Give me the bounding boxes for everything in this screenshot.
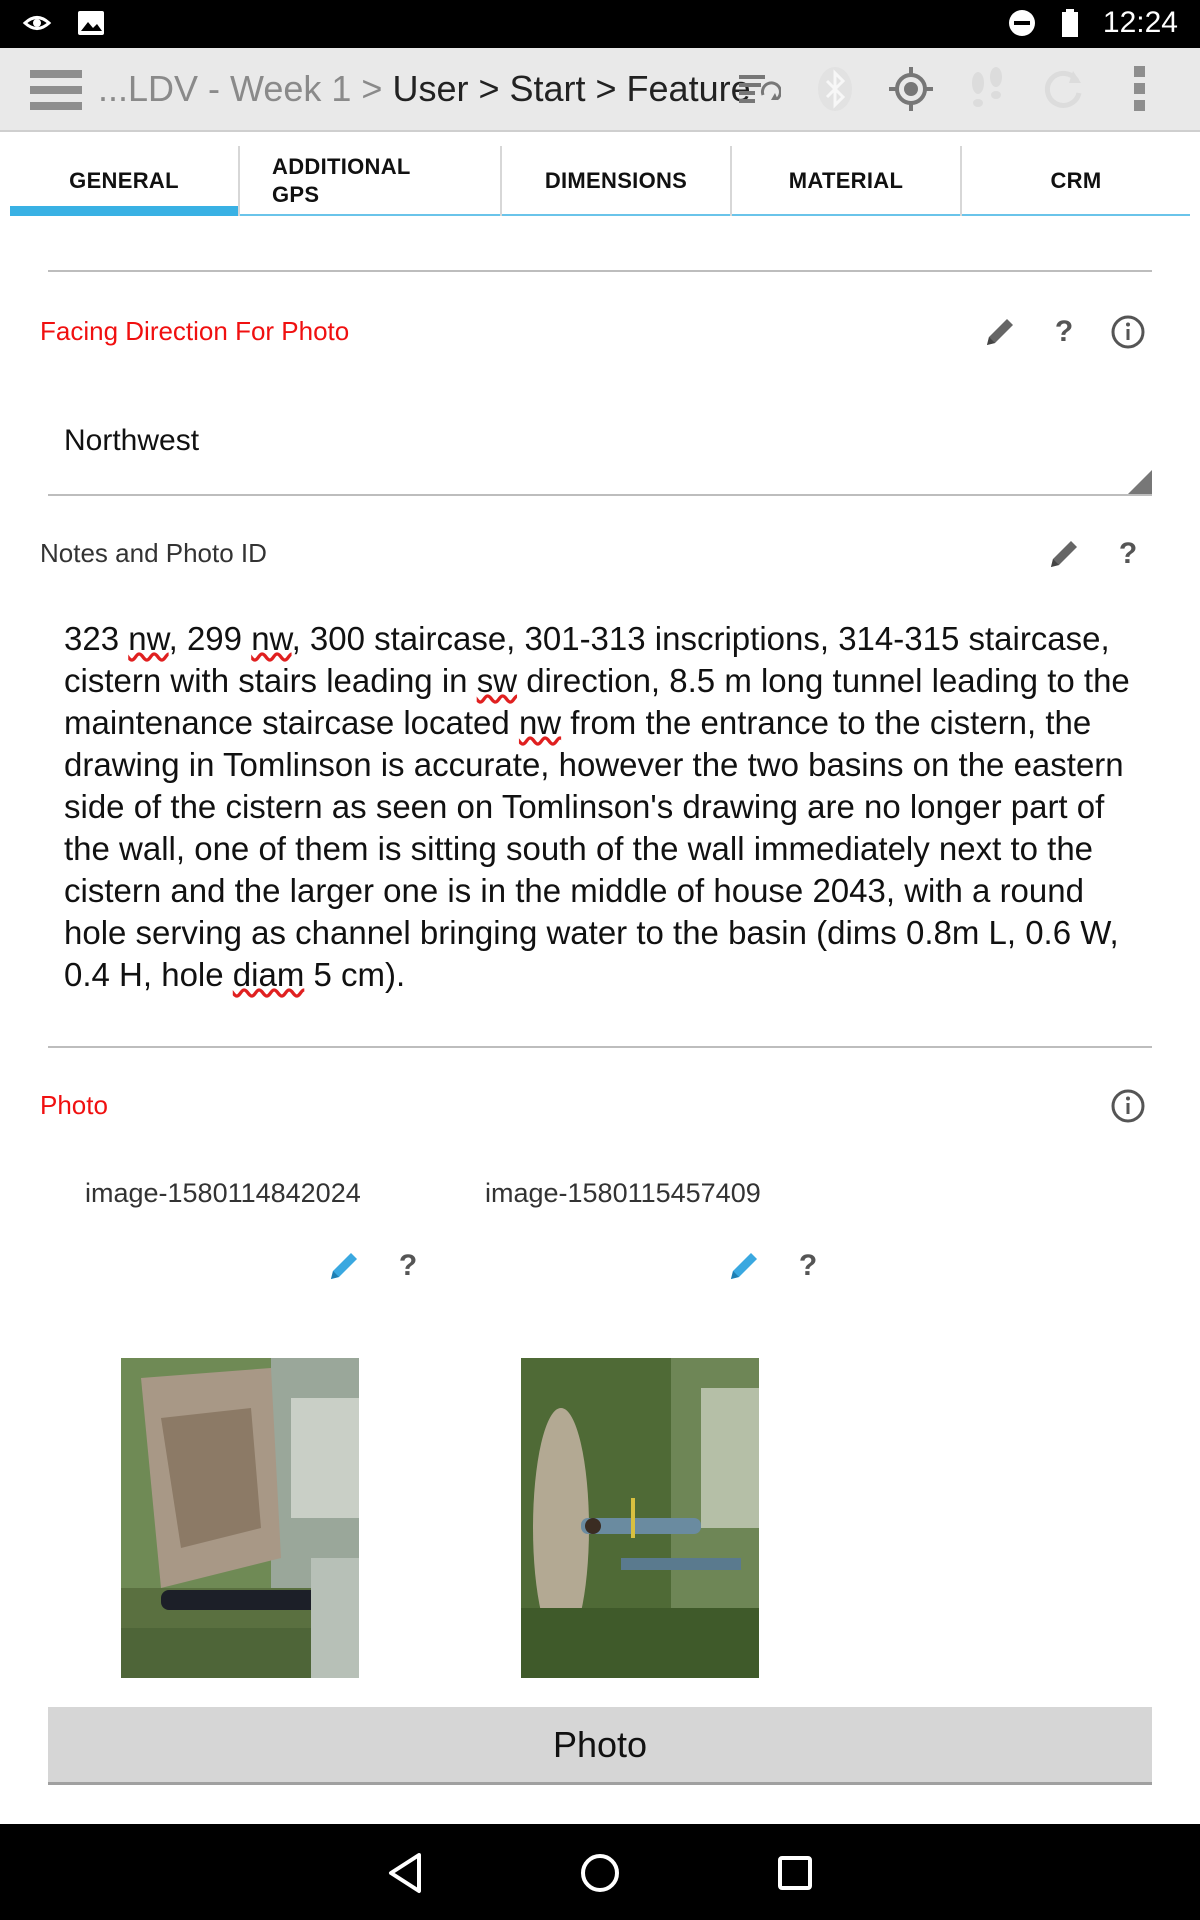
previous-field-underline — [48, 270, 1152, 272]
footsteps-icon[interactable] — [962, 64, 1012, 114]
nvidia-icon — [22, 8, 52, 38]
spellcheck-word: sw — [476, 662, 518, 699]
tab-general[interactable]: GENERAL — [10, 146, 240, 216]
take-photo-button[interactable]: Photo — [48, 1707, 1152, 1785]
refresh-icon[interactable] — [1038, 64, 1088, 114]
spellcheck-word: nw — [518, 704, 562, 741]
facing-direction-underline — [48, 494, 1152, 496]
sync-list-icon[interactable] — [734, 64, 784, 114]
spellcheck-word: diam — [232, 956, 305, 993]
clock: 12:24 — [1102, 6, 1178, 39]
image-name: image-1580114842024 — [85, 1178, 361, 1208]
notes-textarea[interactable]: 323 nw, 299 nw, 300 staircase, 301-313 i… — [64, 618, 1144, 996]
notes-underline — [48, 1046, 1152, 1048]
back-icon[interactable] — [380, 1848, 430, 1898]
photo-thumbnail[interactable] — [521, 1358, 759, 1678]
image-icon — [76, 8, 106, 38]
tab-label: MATERIAL — [788, 168, 904, 193]
spellcheck-word: nw — [128, 620, 169, 657]
tab-label: ADDITIONAL GPS — [272, 154, 411, 207]
info-icon[interactable] — [1108, 1086, 1148, 1126]
notes-label: Notes and Photo ID — [40, 538, 267, 568]
edit-pencil-icon[interactable] — [1044, 534, 1084, 574]
photo-label: Photo — [40, 1090, 108, 1120]
notes-text-segment: from the entrance to the cistern, the dr… — [64, 704, 1124, 993]
home-icon[interactable] — [575, 1848, 625, 1898]
tab-label: GENERAL — [69, 168, 179, 193]
gps-target-icon[interactable] — [886, 64, 936, 114]
tab-bar: GENERAL ADDITIONAL GPS DIMENSIONS MATERI… — [10, 146, 1190, 216]
breadcrumb-parent[interactable]: ...LDV - Week 1 > — [98, 68, 392, 109]
breadcrumb[interactable]: ...LDV - Week 1 > User > Start > Feature — [98, 68, 751, 110]
bluetooth-icon[interactable] — [810, 64, 860, 114]
notes-text-segment: 5 cm). — [304, 956, 406, 993]
facing-direction-select[interactable]: Northwest — [64, 424, 199, 458]
status-bar: 12:24 — [0, 0, 1200, 48]
edit-pencil-icon[interactable] — [324, 1246, 364, 1286]
tab-label: DIMENSIONS — [544, 168, 688, 193]
help-icon[interactable]: ? — [1108, 534, 1148, 574]
tab-material[interactable]: MATERIAL — [732, 146, 962, 216]
tab-dimensions[interactable]: DIMENSIONS — [502, 146, 732, 216]
recents-icon[interactable] — [770, 1848, 820, 1898]
app-bar: ...LDV - Week 1 > User > Start > Feature — [0, 48, 1200, 132]
tab-crm[interactable]: CRM — [962, 146, 1190, 216]
edit-pencil-icon[interactable] — [980, 312, 1020, 352]
photo-thumbnail[interactable] — [121, 1358, 359, 1678]
info-icon[interactable] — [1108, 312, 1148, 352]
battery-icon — [1055, 8, 1085, 38]
help-icon[interactable]: ? — [788, 1246, 828, 1286]
dropdown-corner-icon — [1128, 470, 1152, 494]
tab-label: CRM — [1050, 168, 1102, 193]
notes-text-segment: 323 — [64, 620, 129, 657]
edit-pencil-icon[interactable] — [724, 1246, 764, 1286]
image-name: image-1580115457409 — [485, 1178, 761, 1208]
help-icon[interactable]: ? — [388, 1246, 428, 1286]
spellcheck-word: nw — [251, 620, 292, 657]
tab-additional-gps[interactable]: ADDITIONAL GPS — [240, 146, 502, 216]
hamburger-menu-icon[interactable] — [30, 70, 82, 110]
do-not-disturb-icon — [1007, 8, 1037, 38]
navigation-bar — [0, 1824, 1200, 1920]
notes-text-segment: , 299 — [168, 620, 252, 657]
facing-direction-label: Facing Direction For Photo — [40, 316, 350, 346]
overflow-menu-icon[interactable] — [1114, 64, 1164, 114]
breadcrumb-current: User > Start > Feature — [392, 68, 751, 109]
help-icon[interactable]: ? — [1044, 312, 1084, 352]
